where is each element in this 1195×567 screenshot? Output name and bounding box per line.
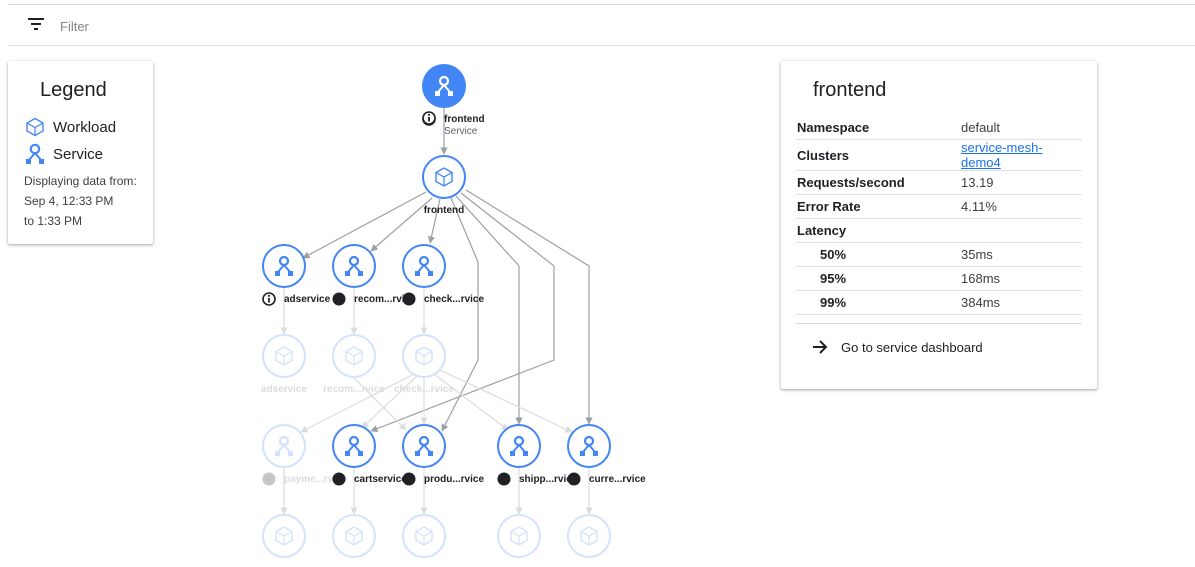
status-dot-icon [332,292,346,306]
table-row: 50% 35ms [796,242,1082,267]
divider [796,323,1082,324]
graph-node-adservice-svc[interactable]: adservice [262,244,331,306]
status-dot-icon [567,472,581,486]
detail-title: frontend [813,79,887,101]
graph-node-check-svc[interactable]: check...rvice [402,244,485,306]
graph-node-recom-wl[interactable]: recom...rvice [323,334,385,395]
node-sublabel: Service [444,126,478,137]
arrow-right-icon [813,340,828,354]
table-row: 95% 168ms [796,266,1082,291]
graph-edge [455,195,523,425]
graph-node-payme-wl[interactable] [262,514,306,558]
go-to-dashboard-button[interactable]: Go to service dashboard [811,338,983,356]
graph-node-produ-svc[interactable]: produ...rvice [402,424,485,486]
graph-node-cart-svc[interactable]: cartservice [332,424,408,486]
node-label: curre...rvice [589,474,646,485]
graph-node-adservice-wl[interactable]: adservice [261,334,308,395]
row-value: 4.11% [960,194,1082,219]
row-value: 384ms [960,290,1082,315]
status-dot-icon [332,472,346,486]
node-label: adservice [261,384,308,395]
row-value: 168ms [960,266,1082,291]
node-label: cartservice [354,474,407,485]
row-key: Requests/second [796,170,960,195]
graph-edge [465,189,593,425]
table-row: 99% 384ms [796,290,1082,315]
graph-node-check-wl[interactable]: check...rvice [394,334,454,395]
row-key: Latency [796,218,960,243]
graph-node-cart-wl[interactable] [332,514,376,558]
row-value [960,218,1082,243]
node-label: check...rvice [424,294,484,305]
graph-edge [439,369,573,433]
row-value: 13.19 [960,170,1082,195]
node-label: produ...rvice [424,474,484,485]
table-row: Error Rate 4.11% [796,194,1082,219]
row-key: Clusters [796,139,960,171]
graph-node-frontend-svc[interactable]: frontendService [422,64,485,137]
row-key: 95% [796,266,960,291]
graph-node-curre-svc[interactable]: curre...rvice [567,424,647,486]
status-dot-icon [497,472,511,486]
table-row: Clusters service-mesh-demo4 [796,139,1082,171]
table-row: Latency [796,218,1082,243]
graph-edge [300,373,415,433]
graph-node-curre-wl[interactable] [567,514,611,558]
go-to-dashboard-label: Go to service dashboard [841,339,983,355]
row-key: 50% [796,242,960,267]
service-detail-card: frontend Namespace default Clusters servic… [781,61,1097,389]
graph-node-frontend-wl[interactable]: frontend [422,155,466,216]
node-label: adservice [284,294,331,305]
node-label: recom...rvice [323,384,385,395]
info-icon[interactable] [422,111,436,125]
status-dot-icon [402,472,416,486]
table-row: Requests/second 13.19 [796,170,1082,195]
graph-node-shipp-svc[interactable]: shipp...rvice [497,424,578,486]
info-icon[interactable] [262,292,276,306]
detail-table: Namespace default Clusters service-mesh-de… [796,116,1082,315]
node-label: frontend [444,114,485,125]
node-label: frontend [424,205,465,216]
status-dot-icon [402,292,416,306]
graph-node-shipp-wl[interactable] [497,514,541,558]
row-key: Namespace [796,116,960,140]
graph-node-produ-wl[interactable] [402,514,446,558]
cluster-link[interactable]: service-mesh-demo4 [961,140,1043,170]
node-label: check...rvice [394,384,454,395]
row-key: Error Rate [796,194,960,219]
row-value: default [960,116,1082,140]
row-value: 35ms [960,242,1082,267]
row-key: 99% [796,290,960,315]
table-row: Namespace default [796,116,1082,140]
status-dot-icon [262,472,276,486]
